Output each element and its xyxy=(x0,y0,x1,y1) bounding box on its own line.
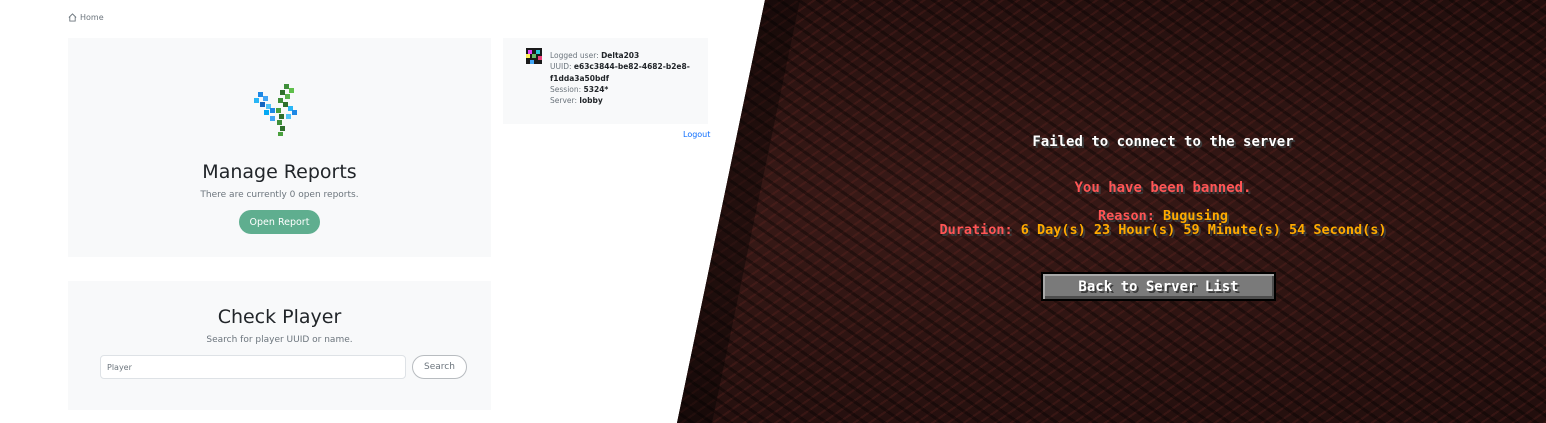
web-panel: Home Manage Reports There are currently … xyxy=(0,0,780,423)
session-label: Session: xyxy=(550,84,582,94)
avatar xyxy=(526,48,542,64)
uuid-label: UUID: xyxy=(550,62,572,72)
manage-reports-title: Manage Reports xyxy=(202,161,357,183)
duration-value: 6 Day(s) 23 Hour(s) 59 Minute(s) 54 Seco… xyxy=(1020,222,1387,238)
duration-label: Duration: xyxy=(939,222,1013,238)
logged-user-label: Logged user: xyxy=(550,51,599,60)
check-player-title: Check Player xyxy=(217,306,342,328)
breadcrumb[interactable]: Home xyxy=(68,13,104,22)
open-reports-count: There are currently 0 open reports. xyxy=(200,190,359,200)
ban-details: Reason: Bugusing Duration: 6 Day(s) 23 H… xyxy=(780,209,1546,237)
plugin-logo-icon xyxy=(254,84,297,136)
home-icon xyxy=(68,13,77,22)
back-to-server-list-button[interactable]: Back to Server List xyxy=(1041,272,1276,301)
logout-link[interactable]: Logout xyxy=(683,130,710,139)
session-value: 5324* xyxy=(583,84,609,94)
check-player-subtitle: Search for player UUID or name. xyxy=(206,335,353,345)
banned-message: You have been banned. xyxy=(1074,180,1252,196)
server-value: lobby xyxy=(579,96,603,106)
search-button[interactable]: Search xyxy=(412,355,467,379)
server-label: Server: xyxy=(550,96,577,106)
logged-user-value: Delta203 xyxy=(601,51,640,60)
check-player-card: Check Player Search for player UUID or n… xyxy=(68,281,491,410)
breadcrumb-home[interactable]: Home xyxy=(80,13,104,22)
connection-failed-title: Failed to connect to the server xyxy=(1032,134,1294,150)
player-search-input[interactable]: Player xyxy=(100,355,406,379)
open-report-button[interactable]: Open Report xyxy=(239,210,320,234)
screen: Home Manage Reports There are currently … xyxy=(0,0,1546,423)
user-info: Logged user: Delta203 UUID: e63c3844-be8… xyxy=(550,50,700,106)
